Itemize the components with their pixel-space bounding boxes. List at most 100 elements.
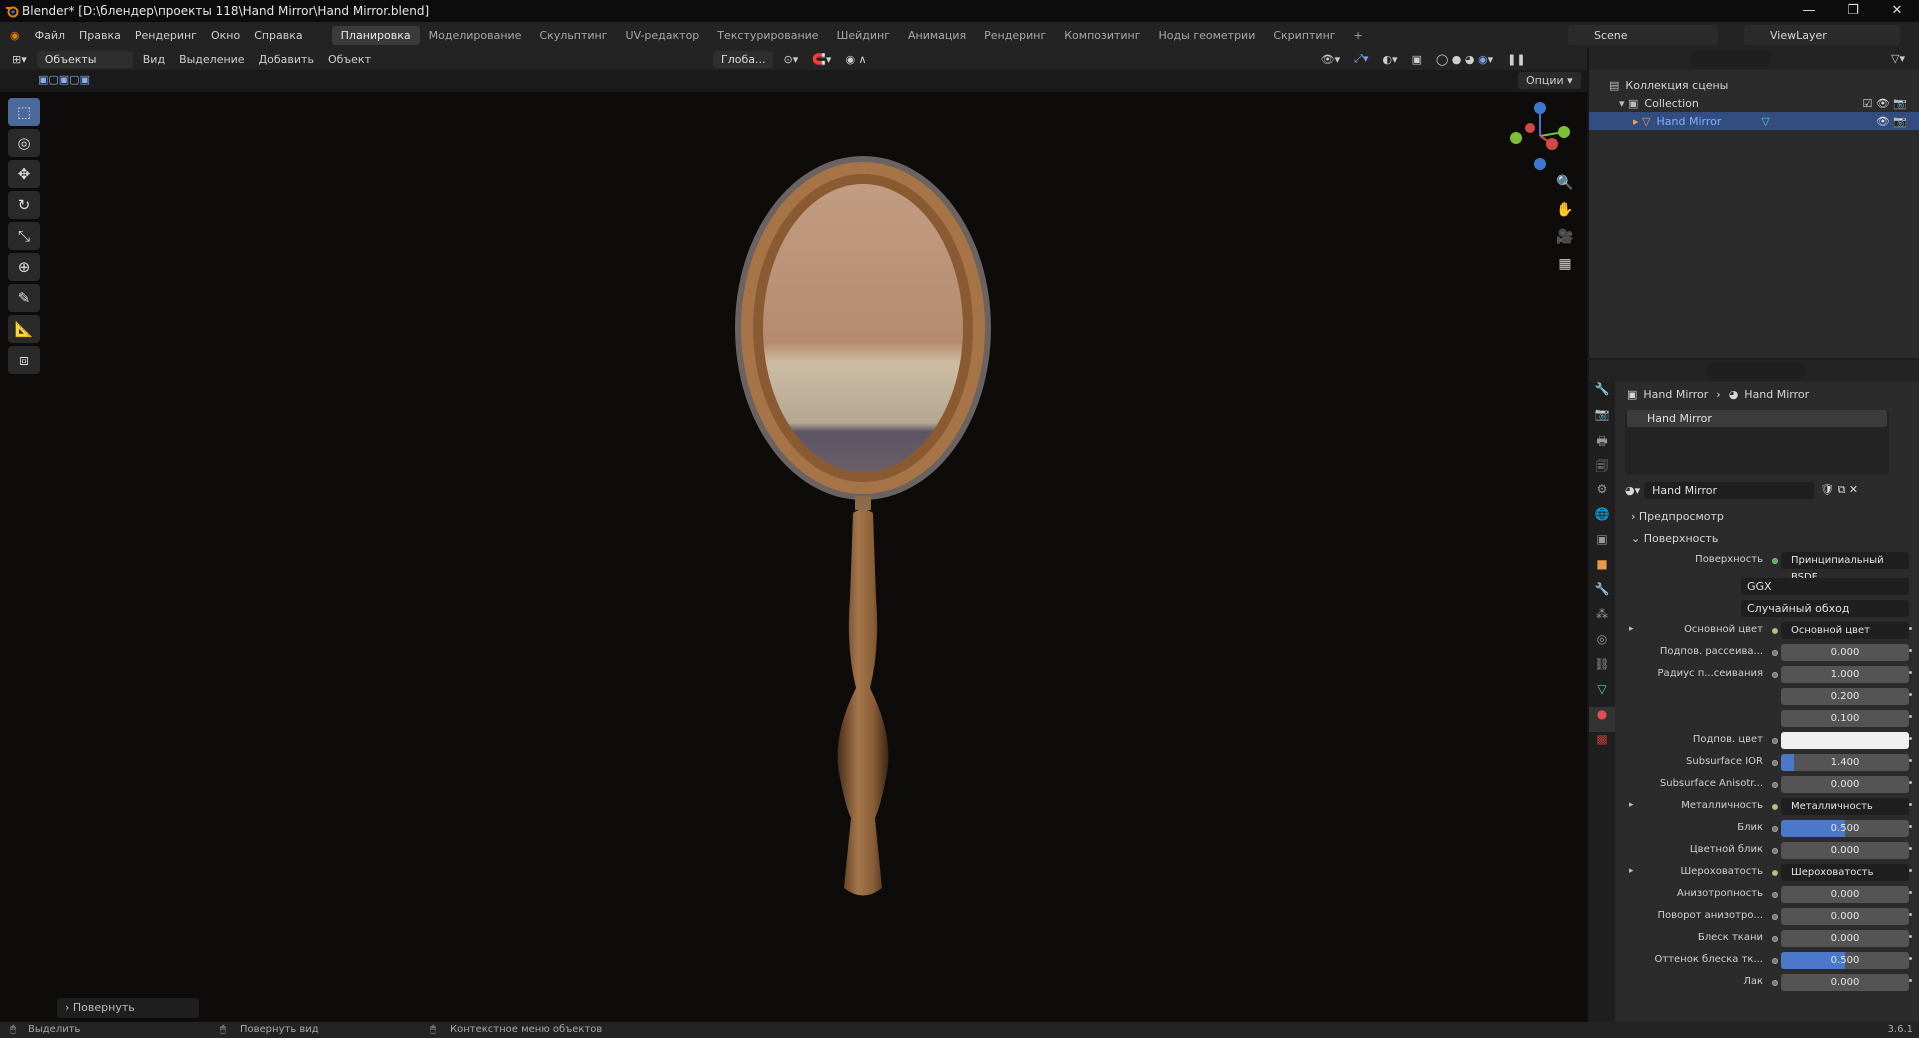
socket-dot-icon[interactable]: [1772, 980, 1778, 986]
socket-dot-icon[interactable]: [1772, 738, 1778, 744]
material-browse-icon[interactable]: ◕▾: [1625, 484, 1640, 497]
tab-uv-editing[interactable]: UV-редактор: [617, 26, 709, 45]
properties-search-field[interactable]: [1707, 363, 1805, 379]
expand-arrow-icon[interactable]: ▸: [1629, 866, 1634, 876]
socket-dot-icon[interactable]: [1772, 628, 1778, 634]
rotate-tool[interactable]: ↻: [8, 191, 40, 219]
filter-icon[interactable]: ▽▾: [1891, 52, 1905, 65]
hand-mirror-object[interactable]: [690, 128, 1036, 978]
socket-dot-icon[interactable]: [1772, 826, 1778, 832]
select-box-tool[interactable]: ⬚: [8, 98, 40, 126]
expand-arrow-icon[interactable]: ▸: [1629, 624, 1634, 634]
navigation-gizmo[interactable]: [1500, 98, 1580, 174]
param-value-field[interactable]: 0.000: [1781, 842, 1909, 859]
subsurface-method-dropdown[interactable]: Случайный обход: [1741, 600, 1909, 617]
param-value-field[interactable]: 0.000: [1781, 974, 1909, 991]
pan-hand-icon[interactable]: ✋: [1550, 202, 1580, 229]
output-tab-icon[interactable]: 🖶: [1589, 432, 1615, 457]
param-value-field[interactable]: 1.400: [1781, 754, 1909, 771]
param-value-field[interactable]: 0.000: [1781, 908, 1909, 925]
cursor-tool[interactable]: ◎: [8, 129, 40, 157]
visibility-eye-icon[interactable]: ☑ 👁 📷: [1862, 97, 1907, 110]
add-cube-tool[interactable]: ⧈: [8, 346, 40, 374]
proportional-edit-icon[interactable]: ◉ ∧: [838, 53, 873, 66]
socket-dot-icon[interactable]: [1772, 958, 1778, 964]
socket-dot-icon[interactable]: [1772, 870, 1778, 876]
menu-edit[interactable]: Правка: [72, 29, 128, 42]
socket-dot-icon[interactable]: [1772, 782, 1778, 788]
scene-tab-icon[interactable]: ⚙: [1589, 482, 1615, 507]
tab-layout[interactable]: Планировка: [331, 25, 420, 45]
view-layer-tab-icon[interactable]: 🗐: [1589, 457, 1615, 482]
param-value-field[interactable]: [1781, 732, 1909, 749]
menu-render[interactable]: Рендеринг: [128, 29, 204, 42]
options-dropdown[interactable]: Опции ▾: [1518, 72, 1581, 89]
overlay-icon[interactable]: ◐▾: [1375, 53, 1404, 66]
collection-tab-icon[interactable]: ▣: [1589, 532, 1615, 557]
zoom-icon[interactable]: 🔍: [1550, 175, 1580, 202]
move-tool[interactable]: ✥: [8, 160, 40, 188]
scene-selector[interactable]: Scene: [1568, 25, 1718, 45]
menu-window[interactable]: Окно: [204, 29, 247, 42]
keyframe-dot-icon[interactable]: [1909, 825, 1912, 828]
tab-texture-paint[interactable]: Текстурирование: [708, 26, 827, 45]
expand-arrow-icon[interactable]: ▸: [1629, 800, 1634, 810]
tab-geometry-nodes[interactable]: Ноды геометрии: [1150, 26, 1265, 45]
material-tab-icon[interactable]: ●: [1589, 707, 1615, 732]
scene-collection-row[interactable]: ▤ Коллекция сцены: [1589, 76, 1919, 94]
scale-tool[interactable]: ⤡: [8, 222, 40, 250]
tab-modeling[interactable]: Моделирование: [420, 26, 531, 45]
surface-panel-header[interactable]: ⌄ Поверхность: [1619, 528, 1919, 550]
keyframe-dot-icon[interactable]: [1909, 803, 1912, 806]
tab-sculpting[interactable]: Скульптинг: [530, 26, 616, 45]
menu-file[interactable]: Файл: [28, 29, 72, 42]
material-slot-list[interactable]: Hand Mirror: [1625, 410, 1889, 474]
constraints-tab-icon[interactable]: ⛓: [1589, 657, 1615, 682]
tab-rendering[interactable]: Рендеринг: [975, 26, 1055, 45]
close-button[interactable]: ✕: [1875, 0, 1919, 22]
grid-icon[interactable]: ▦: [1550, 256, 1580, 283]
annotate-tool[interactable]: ✎: [8, 284, 40, 312]
collection-row[interactable]: ▾ ▣ Collection ☑ 👁 📷: [1589, 94, 1919, 112]
select-mode-icons[interactable]: ▣▢▣▢▣: [38, 73, 90, 86]
visibility-icon[interactable]: 👁▾: [1314, 53, 1348, 66]
view-layer-selector[interactable]: ViewLayer: [1744, 25, 1900, 45]
menu-select[interactable]: Выделение: [172, 53, 252, 66]
transform-tool[interactable]: ⊕: [8, 253, 40, 281]
add-workspace-icon[interactable]: +: [1345, 26, 1372, 45]
gizmo-icon[interactable]: ⤢▾: [1347, 52, 1375, 66]
outliner-item-hand-mirror[interactable]: ▸ ▽ Hand Mirror ▽ 👁 📷: [1589, 112, 1919, 130]
socket-dot-icon[interactable]: [1772, 848, 1778, 854]
keyframe-dot-icon[interactable]: [1909, 935, 1912, 938]
param-value-field[interactable]: 0.000: [1781, 644, 1909, 661]
tab-scripting[interactable]: Скриптинг: [1264, 26, 1344, 45]
minimize-button[interactable]: —: [1787, 0, 1831, 22]
param-value-field[interactable]: 1.000: [1781, 666, 1909, 683]
keyframe-dot-icon[interactable]: [1909, 781, 1912, 784]
tool-tab-icon[interactable]: 🔧: [1589, 382, 1615, 407]
menu-help[interactable]: Справка: [247, 29, 309, 42]
tab-animation[interactable]: Анимация: [899, 26, 975, 45]
physics-tab-icon[interactable]: ◎: [1589, 632, 1615, 657]
texture-tab-icon[interactable]: ▩: [1589, 732, 1615, 757]
param-value-field[interactable]: 0.500: [1781, 952, 1909, 969]
tab-shading[interactable]: Шейдинг: [828, 26, 899, 45]
param-value-field[interactable]: 0.000: [1781, 776, 1909, 793]
pause-icon[interactable]: ❚❚: [1500, 53, 1532, 66]
param-value-field[interactable]: 0.000: [1781, 886, 1909, 903]
measure-tool[interactable]: 📐: [8, 315, 40, 343]
blender-menu-icon[interactable]: ◉: [0, 29, 28, 42]
fake-user-icon[interactable]: 🛡 ⧉ ✕: [1820, 483, 1858, 497]
keyframe-dot-icon[interactable]: [1909, 715, 1912, 718]
xray-icon[interactable]: ▣: [1405, 53, 1429, 66]
keyframe-dot-icon[interactable]: [1909, 693, 1912, 696]
data-tab-icon[interactable]: ▽: [1589, 682, 1615, 707]
editor-type-icon[interactable]: ⊞▾: [0, 53, 34, 66]
keyframe-dot-icon[interactable]: [1909, 671, 1912, 674]
object-tab-icon[interactable]: ■: [1589, 557, 1615, 582]
socket-dot-icon[interactable]: [1772, 936, 1778, 942]
keyframe-dot-icon[interactable]: [1909, 869, 1912, 872]
socket-dot-icon[interactable]: [1772, 650, 1778, 656]
material-slot-item[interactable]: Hand Mirror: [1627, 410, 1887, 427]
socket-dot-icon[interactable]: [1772, 804, 1778, 810]
